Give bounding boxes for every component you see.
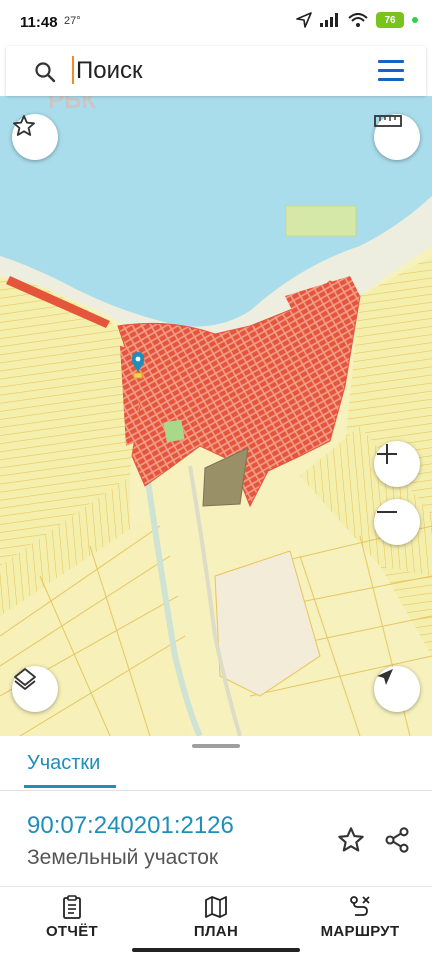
layers-icon xyxy=(14,668,36,690)
layers-button[interactable] xyxy=(12,666,58,712)
menu-icon[interactable] xyxy=(378,60,406,82)
watermark-logo: РБК xyxy=(48,96,96,114)
my-location-button[interactable] xyxy=(374,666,420,712)
minus-icon xyxy=(377,511,397,513)
map-view[interactable]: РБК xyxy=(0,96,432,736)
charging-dot-icon xyxy=(412,17,418,23)
wifi-icon xyxy=(348,13,368,27)
tab-parcels[interactable]: Участки xyxy=(27,752,100,775)
favorites-button[interactable] xyxy=(12,114,58,160)
tab-indicator xyxy=(24,785,116,788)
bottom-navigation: ОТЧЁТ ПЛАН МАРШРУТ xyxy=(0,888,432,948)
zoom-in-button[interactable] xyxy=(374,441,420,487)
ruler-button[interactable] xyxy=(374,114,420,160)
zoom-out-button[interactable] xyxy=(374,499,420,545)
map-icon xyxy=(205,896,227,918)
map-canvas[interactable]: РБК xyxy=(0,96,432,736)
route-icon xyxy=(350,896,370,916)
drag-handle[interactable] xyxy=(192,744,240,748)
location-arrow-icon xyxy=(296,12,312,28)
signal-icon xyxy=(320,13,338,27)
nav-plan-label: ПЛАН xyxy=(193,923,239,940)
nav-report-button[interactable]: ОТЧЁТ xyxy=(12,894,132,940)
status-bar: 11:48 27° 76 xyxy=(0,0,432,44)
location-pin-icon[interactable] xyxy=(131,352,145,379)
nav-plan-button[interactable]: ПЛАН xyxy=(156,894,276,940)
status-time: 11:48 xyxy=(20,14,58,31)
search-bar xyxy=(6,46,426,96)
home-indicator[interactable] xyxy=(132,948,300,952)
status-temperature: 27° xyxy=(64,15,81,27)
divider xyxy=(0,886,432,887)
plus-icon xyxy=(377,444,397,464)
battery-indicator: 76 xyxy=(376,12,404,28)
status-icons: 76 xyxy=(296,12,418,28)
ruler-icon xyxy=(374,115,402,127)
nav-report-label: ОТЧЁТ xyxy=(45,923,99,940)
nav-route-label: МАРШРУТ xyxy=(320,923,400,940)
clipboard-icon xyxy=(63,895,81,919)
search-icon[interactable] xyxy=(34,61,56,83)
parcel-number-link[interactable]: 90:07:240201:2126 xyxy=(27,812,234,840)
nav-route-button[interactable]: МАРШРУТ xyxy=(300,894,420,940)
text-cursor xyxy=(72,56,74,84)
navigation-arrow-icon xyxy=(377,669,393,685)
search-input[interactable] xyxy=(76,54,356,88)
divider xyxy=(0,790,432,791)
parcel-type: Земельный участок xyxy=(27,846,219,869)
star-icon[interactable] xyxy=(337,826,365,854)
bottom-sheet: Участки 90:07:240201:2126 Земельный учас… xyxy=(0,736,432,960)
share-icon[interactable] xyxy=(383,826,411,854)
star-icon xyxy=(13,115,35,136)
